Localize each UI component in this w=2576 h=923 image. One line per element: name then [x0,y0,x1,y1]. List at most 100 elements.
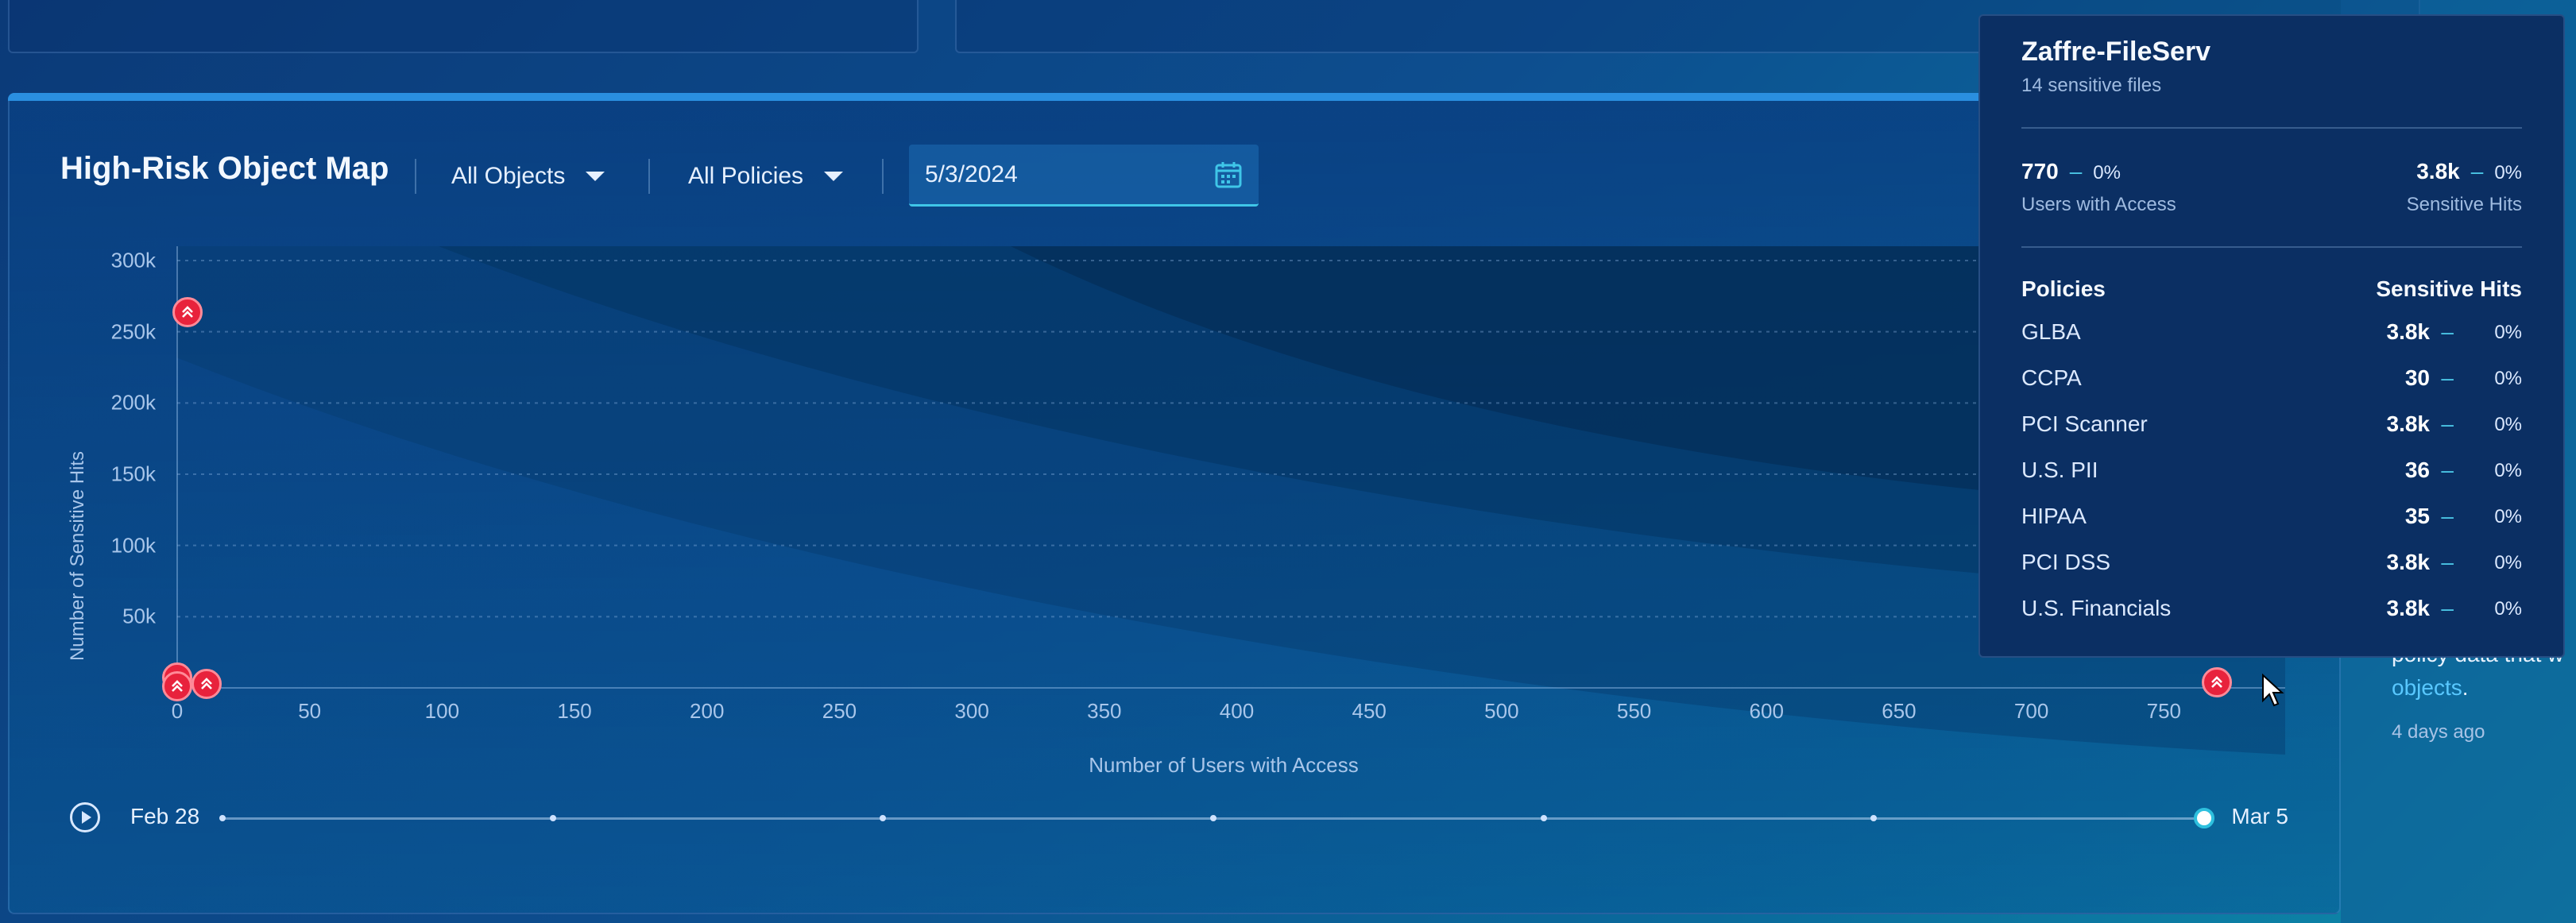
hits-dash: – [2470,159,2484,183]
x-tick-label: 700 [2013,699,2049,723]
policy-row: U.S. Financials 3.8k – 0% [2021,596,2522,628]
x-tick-label: 100 [424,699,460,723]
x-tick-label: 350 [1087,699,1122,723]
x-tick-label: 600 [1749,699,1784,723]
top-card-left [8,0,919,53]
policy-hits: 3.8k [2386,596,2431,620]
x-axis-label: Number of Users with Access [1089,753,1359,777]
x-tick-label: 500 [1484,699,1519,723]
y-tick-label: 300k [110,248,156,272]
users-stat: 770–0% [2021,159,2121,184]
chevrons-up-icon [200,677,212,689]
x-tick-label: 550 [1616,699,1652,723]
policy-dash: – [2441,365,2454,390]
activity-item: objects. [2392,675,2469,701]
policy-name: CCPA [2021,365,2082,390]
risk-marker[interactable] [191,668,222,699]
date-picker-field[interactable]: 5/3/2024 [909,145,1259,207]
y-tick-label: 150k [110,462,156,486]
divider [2021,246,2522,248]
policy-hits: 3.8k [2386,319,2431,344]
timeline-start-label: Feb 28 [130,804,200,828]
tooltip-subtitle: 14 sensitive files [2021,75,2162,96]
divider [415,159,416,194]
date-value: 5/3/2024 [925,160,1018,187]
hits-pct: 0% [2494,162,2522,183]
timeline-step[interactable] [1210,815,1216,821]
policy-name: PCI DSS [2021,550,2111,574]
policy-pct: 0% [2494,460,2522,481]
play-icon[interactable] [70,802,100,832]
timeline-handle[interactable] [2194,808,2214,828]
x-tick-label: 50 [298,699,322,723]
timeline-step[interactable] [1870,815,1878,821]
chevron-down-icon [586,172,605,181]
policy-hits: 30 [2404,365,2430,390]
policies-filter-label: All Policies [688,163,804,189]
objects-link[interactable]: objects [2392,675,2462,700]
policy-hits: 3.8k [2386,550,2431,574]
objects-filter-dropdown[interactable]: All Objects [451,159,605,194]
x-tick-label: 250 [822,699,857,723]
policy-pct: 0% [2494,552,2522,573]
risk-marker[interactable] [2202,667,2232,698]
hits-stat: 3.8k –0% [2416,159,2522,184]
policy-row: GLBA 3.8k – 0% [2021,319,2522,351]
chevrons-up-icon [182,305,194,318]
timeline-step[interactable] [880,815,887,821]
policy-name: GLBA [2021,319,2081,344]
policy-pct: 0% [2494,598,2522,620]
divider [2021,127,2522,129]
plot-background [176,246,2285,755]
x-tick-label: 750 [2146,699,2182,723]
users-label: Users with Access [2021,194,2176,215]
timeline: Feb 28 Mar 5 [70,802,2303,837]
risk-marker[interactable] [162,671,192,702]
x-tick-label: 400 [1219,699,1255,723]
y-axis-label: Number of Sensitive Hits [67,450,88,662]
activity-link-suffix: . [2462,675,2469,700]
hits-label: Sensitive Hits [2406,194,2522,215]
chevrons-up-icon [2211,676,2222,689]
policy-hits: 35 [2404,504,2430,528]
cursor-icon [2262,674,2284,707]
x-tick-label: 0 [171,699,184,723]
hits-value: 3.8k [2416,159,2460,183]
sensitive-hits-header: Sensitive Hits [2376,276,2522,301]
y-tick-label: 100k [110,533,156,558]
risk-marker[interactable] [172,296,203,327]
x-tick-label: 200 [690,699,725,723]
policies-filter-dropdown[interactable]: All Policies [688,159,844,194]
users-dash: – [2069,159,2083,183]
policies-header: Policies [2021,276,2106,301]
tooltip-title: Zaffre-FileServ [2021,37,2211,67]
timeline-step[interactable] [1540,815,1547,821]
users-pct: 0% [2093,162,2121,183]
policy-pct: 0% [2494,414,2522,435]
policy-pct: 0% [2494,368,2522,389]
timeline-step[interactable] [549,815,556,821]
policy-row: U.S. PII 36– 0% [2021,458,2522,489]
timeline-end-label: Mar 5 [2231,804,2288,828]
policy-pct: 0% [2494,322,2522,343]
y-tick-label: 200k [110,390,156,415]
y-tick-label: 50k [122,604,156,628]
y-tick-label: 250k [110,319,156,344]
policy-dash: – [2441,596,2454,620]
policy-hits: 3.8k [2386,411,2431,436]
divider [648,159,650,194]
policy-name: U.S. Financials [2021,596,2172,620]
policy-dash: – [2441,411,2454,436]
timeline-step[interactable] [219,815,226,821]
card-title: High-Risk Object Map [60,151,389,186]
calendar-icon[interactable] [1214,160,1243,189]
policy-row: PCI DSS 3.8k – 0% [2021,550,2522,581]
chevrons-up-icon [172,680,183,693]
x-tick-label: 650 [1882,699,1917,723]
policy-name: HIPAA [2021,504,2087,528]
policy-row: HIPAA 35– 0% [2021,504,2522,535]
x-tick-label: 150 [557,699,592,723]
policy-pct: 0% [2494,506,2522,527]
timeline-track[interactable] [219,815,2204,821]
objects-filter-label: All Objects [451,163,566,189]
